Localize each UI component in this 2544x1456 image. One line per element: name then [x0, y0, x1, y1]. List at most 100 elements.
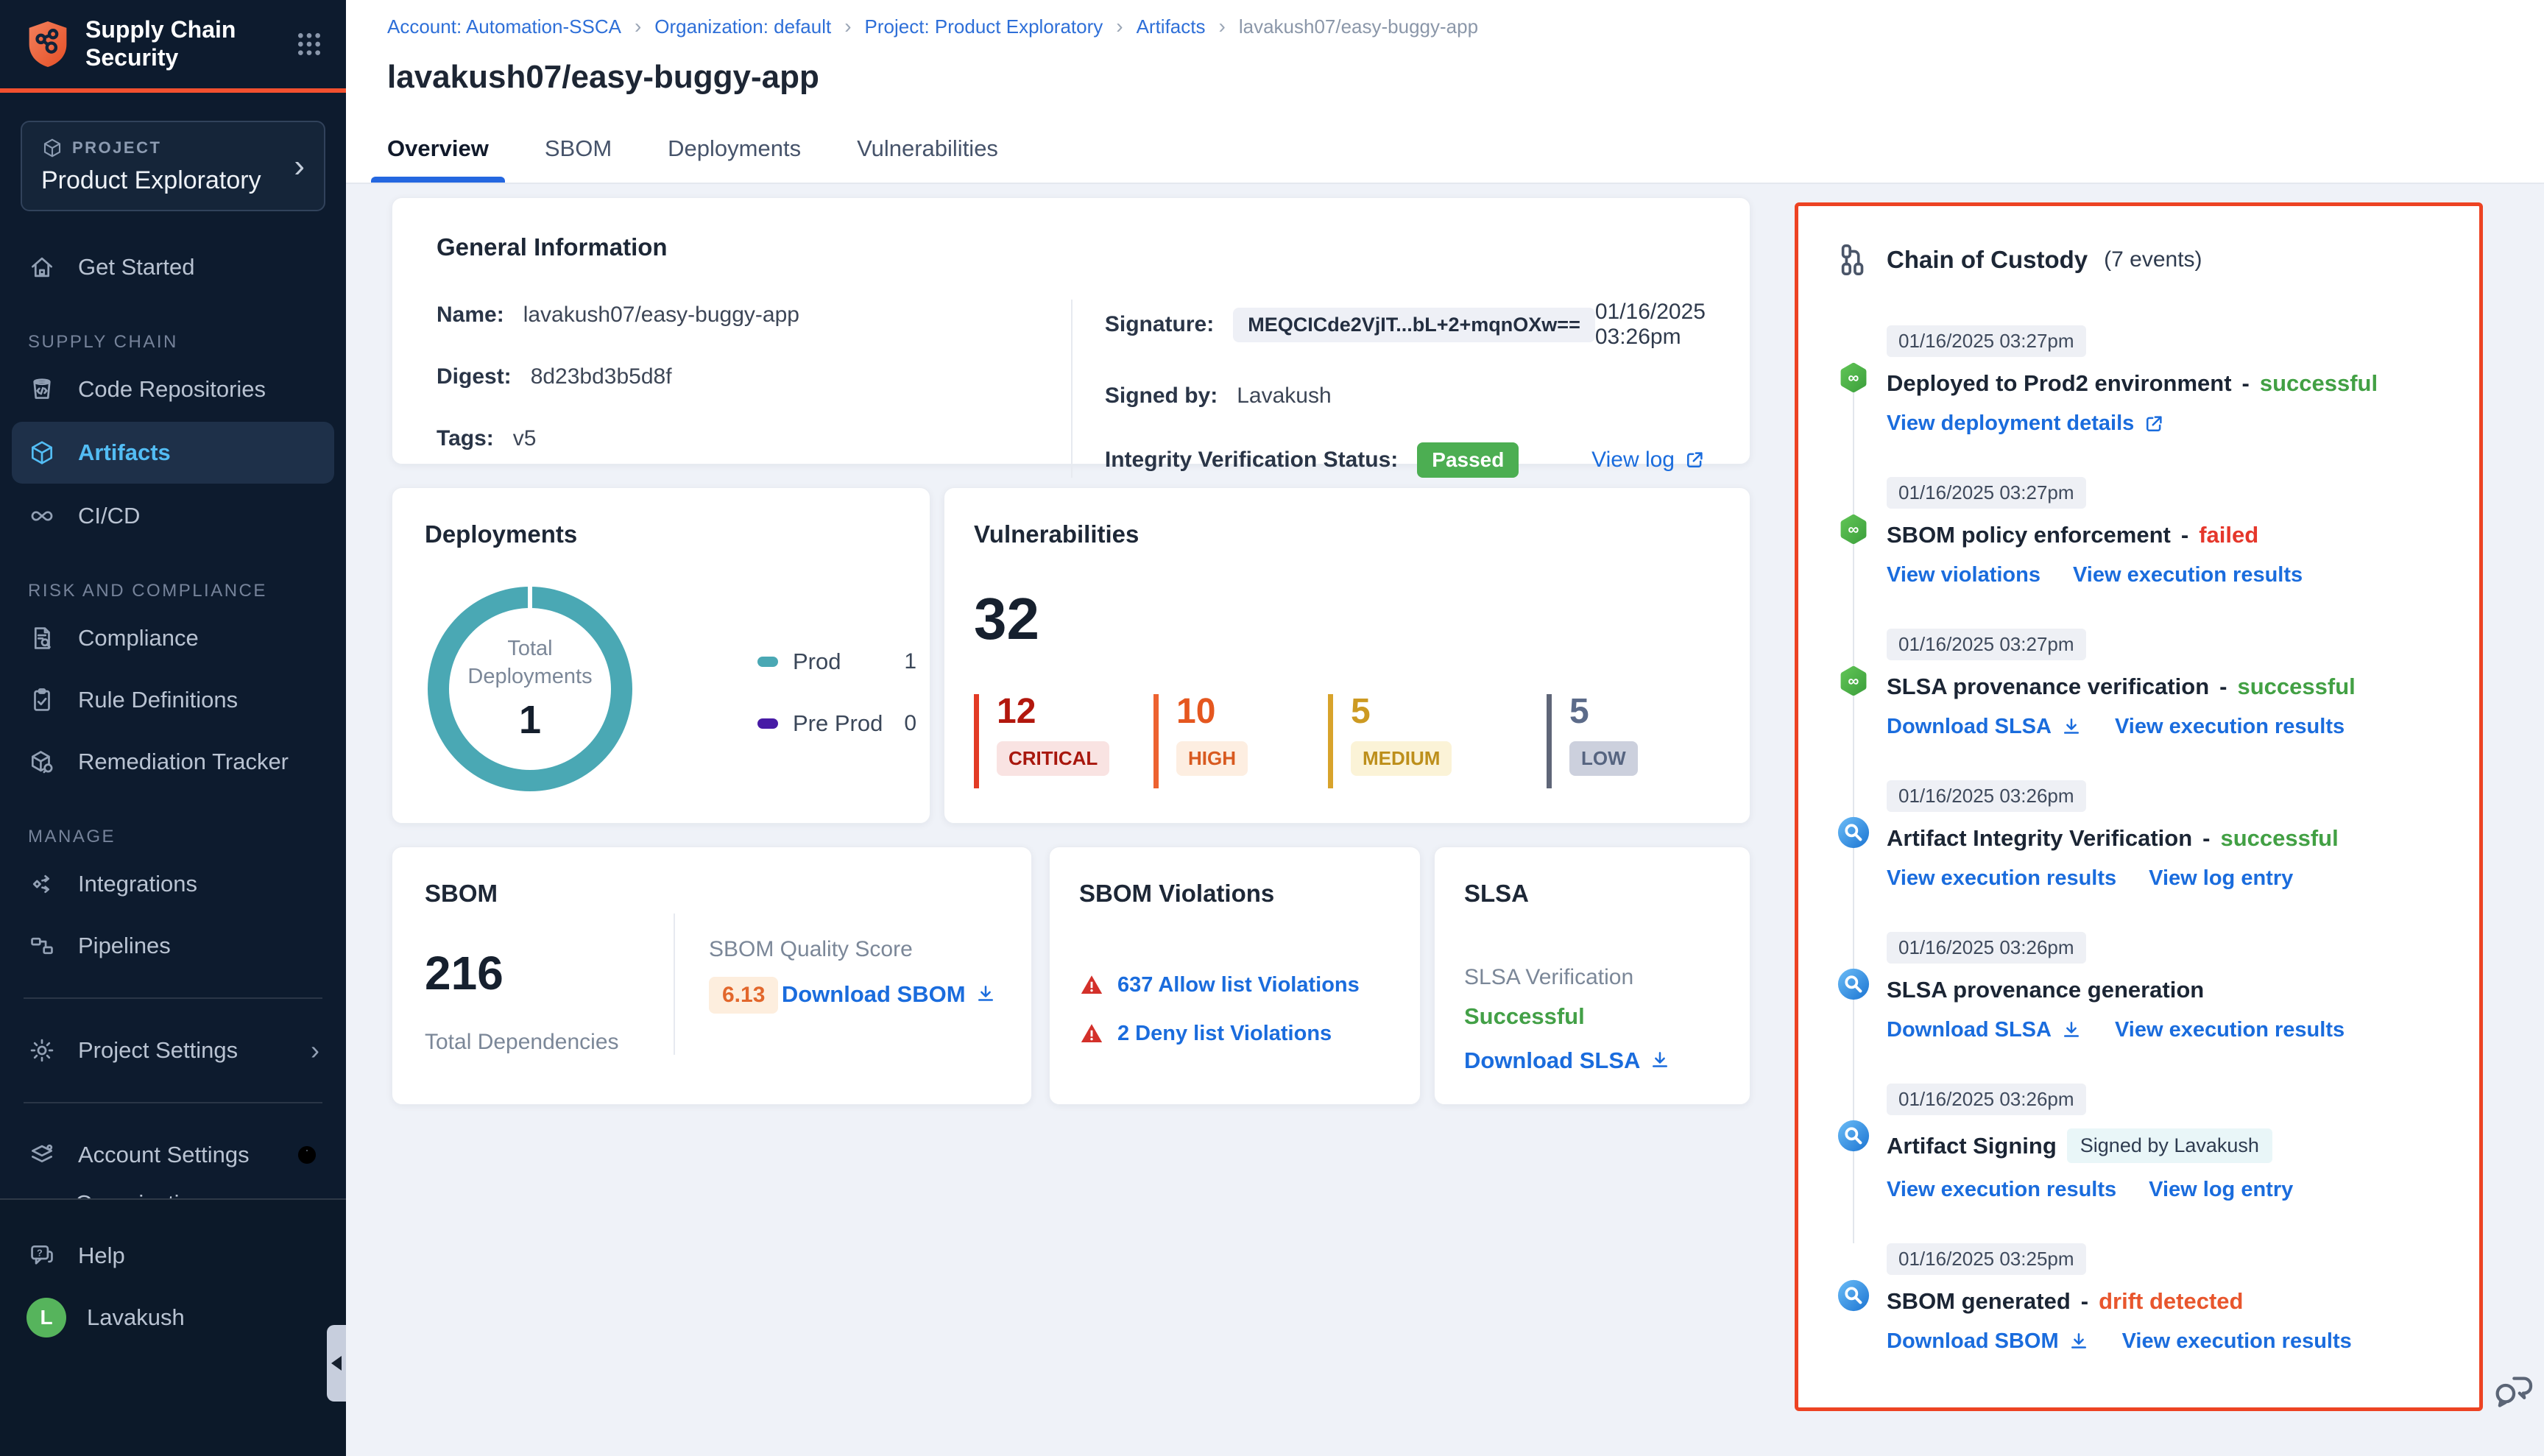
integrity-status-label: Integrity Verification Status: — [1105, 448, 1398, 473]
view-log-link[interactable]: View log — [1591, 448, 1706, 473]
sidebar-item-get-started[interactable]: Get Started — [0, 236, 346, 298]
sidebar-item-label: Get Started — [78, 254, 195, 280]
sidebar-item-label: Compliance — [78, 625, 199, 651]
chain-event: 01/16/2025 03:26pm Artifact Signing Sign… — [1837, 1084, 2453, 1202]
scan-circle-icon — [1837, 1119, 1870, 1153]
pipeline-nodes-icon — [26, 932, 57, 960]
download-sbom-link[interactable]: Download SBOM — [1887, 1329, 2090, 1354]
sidebar-collapse-handle[interactable] — [327, 1325, 346, 1402]
event-status: successful — [2260, 370, 2378, 397]
sbom-quality-score-value: 6.13 — [709, 977, 778, 1014]
slsa-verification-label: SLSA Verification — [1464, 965, 1720, 990]
vulnerabilities-total: 32 — [974, 585, 1720, 653]
tab-bar: Overview SBOM Deployments Vulnerabilitie… — [387, 135, 998, 183]
sidebar-item-help[interactable]: ? Help — [0, 1225, 346, 1287]
breadcrumb-artifacts[interactable]: Artifacts — [1137, 15, 1206, 38]
breadcrumb-account[interactable]: Account: Automation-SSCA — [387, 15, 621, 38]
deny-list-violations-row: 2 Deny list Violations — [1079, 1021, 1391, 1046]
sidebar-item-rule-definitions[interactable]: Rule Definitions — [0, 669, 346, 731]
view-execution-results-link[interactable]: View execution results — [2115, 1018, 2345, 1042]
view-execution-results-link[interactable]: View execution results — [2122, 1329, 2352, 1354]
digest-value: 8d23bd3b5d8f — [531, 364, 672, 389]
project-selector[interactable]: PROJECT Product Exploratory › — [21, 121, 325, 211]
view-log-entry-link[interactable]: View log entry — [2149, 866, 2293, 891]
sbom-violations-card: SBOM Violations 637 Allow list Violation… — [1049, 847, 1421, 1105]
avatar: L — [26, 1298, 66, 1337]
event-dash: - — [2219, 674, 2227, 700]
sidebar-item-label: Rule Definitions — [78, 687, 238, 713]
severity-count: 5 — [1569, 694, 1716, 729]
view-deployment-details-link[interactable]: View deployment details — [1887, 411, 2165, 436]
signature-date: 01/16/2025 03:26pm — [1595, 300, 1706, 350]
severity-low: 5 LOW — [1547, 694, 1716, 788]
card-title: SLSA — [1464, 880, 1720, 908]
severity-badge: HIGH — [1176, 741, 1248, 776]
page-title: lavakush07/easy-buggy-app — [387, 59, 2544, 96]
deny-list-violations-link[interactable]: 2 Deny list Violations — [1117, 1022, 1332, 1046]
breadcrumb-separator: › — [844, 15, 851, 38]
view-violations-link[interactable]: View violations — [1887, 563, 2041, 587]
view-log-entry-link[interactable]: View log entry — [2149, 1178, 2293, 1202]
chain-event: ∞ 01/16/2025 03:27pm Deployed to Prod2 e… — [1837, 325, 2453, 436]
sidebar-nav: Get Started SUPPLY CHAIN Code Repositori… — [0, 236, 346, 1248]
tab-vulnerabilities[interactable]: Vulnerabilities — [857, 135, 998, 183]
document-search-icon — [26, 624, 57, 652]
download-slsa-link[interactable]: Download SLSA — [1887, 1018, 2082, 1042]
svg-text:∞: ∞ — [1848, 370, 1859, 386]
download-icon — [975, 983, 997, 1006]
event-status: failed — [2199, 522, 2258, 548]
home-icon — [26, 253, 57, 281]
link-label: Download SLSA — [1887, 715, 2052, 739]
event-title: SBOM policy enforcement — [1887, 522, 2171, 548]
info-icon[interactable] — [294, 1142, 319, 1167]
link-label: View deployment details — [1887, 411, 2134, 436]
sidebar-item-remediation-tracker[interactable]: Remediation Tracker — [0, 731, 346, 793]
scan-circle-icon — [1837, 1279, 1870, 1312]
breadcrumb-separator: › — [1219, 15, 1226, 38]
download-sbom-link[interactable]: Download SBOM — [782, 981, 997, 1008]
sbom-total-dependencies-value: 216 — [425, 946, 674, 1000]
severity-badge: MEDIUM — [1351, 741, 1452, 776]
svg-text:∞: ∞ — [1848, 521, 1859, 538]
sidebar-item-pipelines[interactable]: Pipelines — [0, 915, 346, 977]
allow-list-violations-link[interactable]: 637 Allow list Violations — [1117, 973, 1360, 997]
sidebar-item-integrations[interactable]: Integrations — [0, 853, 346, 915]
view-execution-results-link[interactable]: View execution results — [1887, 866, 2116, 891]
sidebar-item-code-repositories[interactable]: Code Repositories — [0, 358, 346, 420]
chevron-right-icon: › — [311, 1035, 319, 1066]
download-slsa-link[interactable]: Download SLSA — [1464, 1047, 1671, 1074]
sidebar-item-cicd[interactable]: CI/CD — [0, 485, 346, 547]
view-execution-results-link[interactable]: View execution results — [2073, 563, 2303, 587]
tab-deployments[interactable]: Deployments — [668, 135, 801, 183]
sidebar-item-account-settings[interactable]: Account Settings — [0, 1124, 346, 1186]
event-timestamp: 01/16/2025 03:27pm — [1887, 477, 2086, 509]
view-execution-results-link[interactable]: View execution results — [2115, 715, 2345, 739]
diamond-arrows-icon — [26, 870, 57, 898]
tab-overview[interactable]: Overview — [387, 135, 489, 183]
sidebar-item-compliance[interactable]: Compliance — [0, 607, 346, 669]
breadcrumb-project[interactable]: Project: Product Exploratory — [865, 15, 1103, 38]
gear-icon — [26, 1036, 57, 1064]
severity-count: 12 — [997, 694, 1153, 729]
legend-swatch-pre-prod — [757, 718, 778, 729]
cube-wrench-icon — [26, 748, 57, 776]
event-dash: - — [2181, 522, 2188, 548]
download-slsa-link[interactable]: Download SLSA — [1887, 715, 2082, 739]
chain-timeline: ∞ 01/16/2025 03:27pm Deployed to Prod2 e… — [1837, 325, 2453, 1354]
sidebar-item-label: Remediation Tracker — [78, 749, 289, 775]
tab-sbom[interactable]: SBOM — [545, 135, 612, 183]
view-execution-results-link[interactable]: View execution results — [1887, 1178, 2116, 1202]
divider — [24, 997, 322, 999]
signature-value[interactable]: MEQCICde2VjIT...bL+2+mqnOXw== — [1233, 308, 1595, 342]
event-title: Artifact Signing — [1887, 1133, 2057, 1159]
card-title: Deployments — [425, 520, 897, 548]
support-chat-bubbles-icon[interactable] — [2490, 1368, 2537, 1415]
chain-event: ∞ 01/16/2025 03:27pm SBOM policy enforce… — [1837, 477, 2453, 587]
external-link-icon — [2143, 413, 2165, 435]
user-menu[interactable]: L Lavakush — [0, 1287, 346, 1349]
event-dash: - — [2242, 370, 2250, 397]
breadcrumb-organization[interactable]: Organization: default — [654, 15, 831, 38]
sidebar-item-project-settings[interactable]: Project Settings › — [0, 1019, 346, 1081]
sidebar-item-artifacts[interactable]: Artifacts — [12, 422, 334, 484]
app-grid-icon[interactable] — [294, 29, 324, 59]
